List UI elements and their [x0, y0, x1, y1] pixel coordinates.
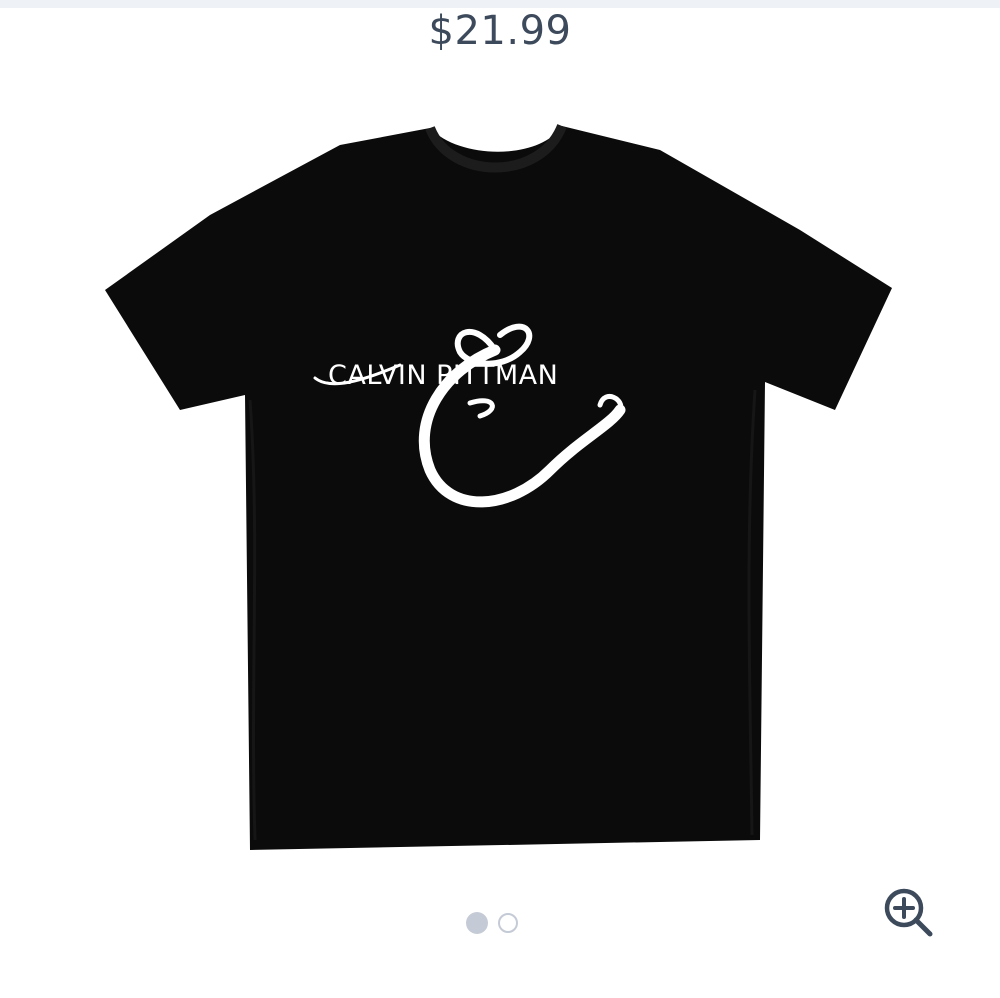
carousel-dot-1[interactable]	[466, 912, 488, 934]
product-price: $21.99	[428, 8, 572, 54]
shirt-print-text: CALVIN PITTMAN	[328, 360, 559, 391]
zoom-in-icon	[884, 888, 933, 937]
carousel-dot-2[interactable]	[498, 913, 518, 933]
zoom-in-button[interactable]	[880, 884, 936, 940]
product-image[interactable]: CALVIN PITTMAN	[100, 120, 900, 860]
image-carousel-dots	[466, 912, 536, 936]
t-shirt-graphic	[105, 123, 892, 850]
